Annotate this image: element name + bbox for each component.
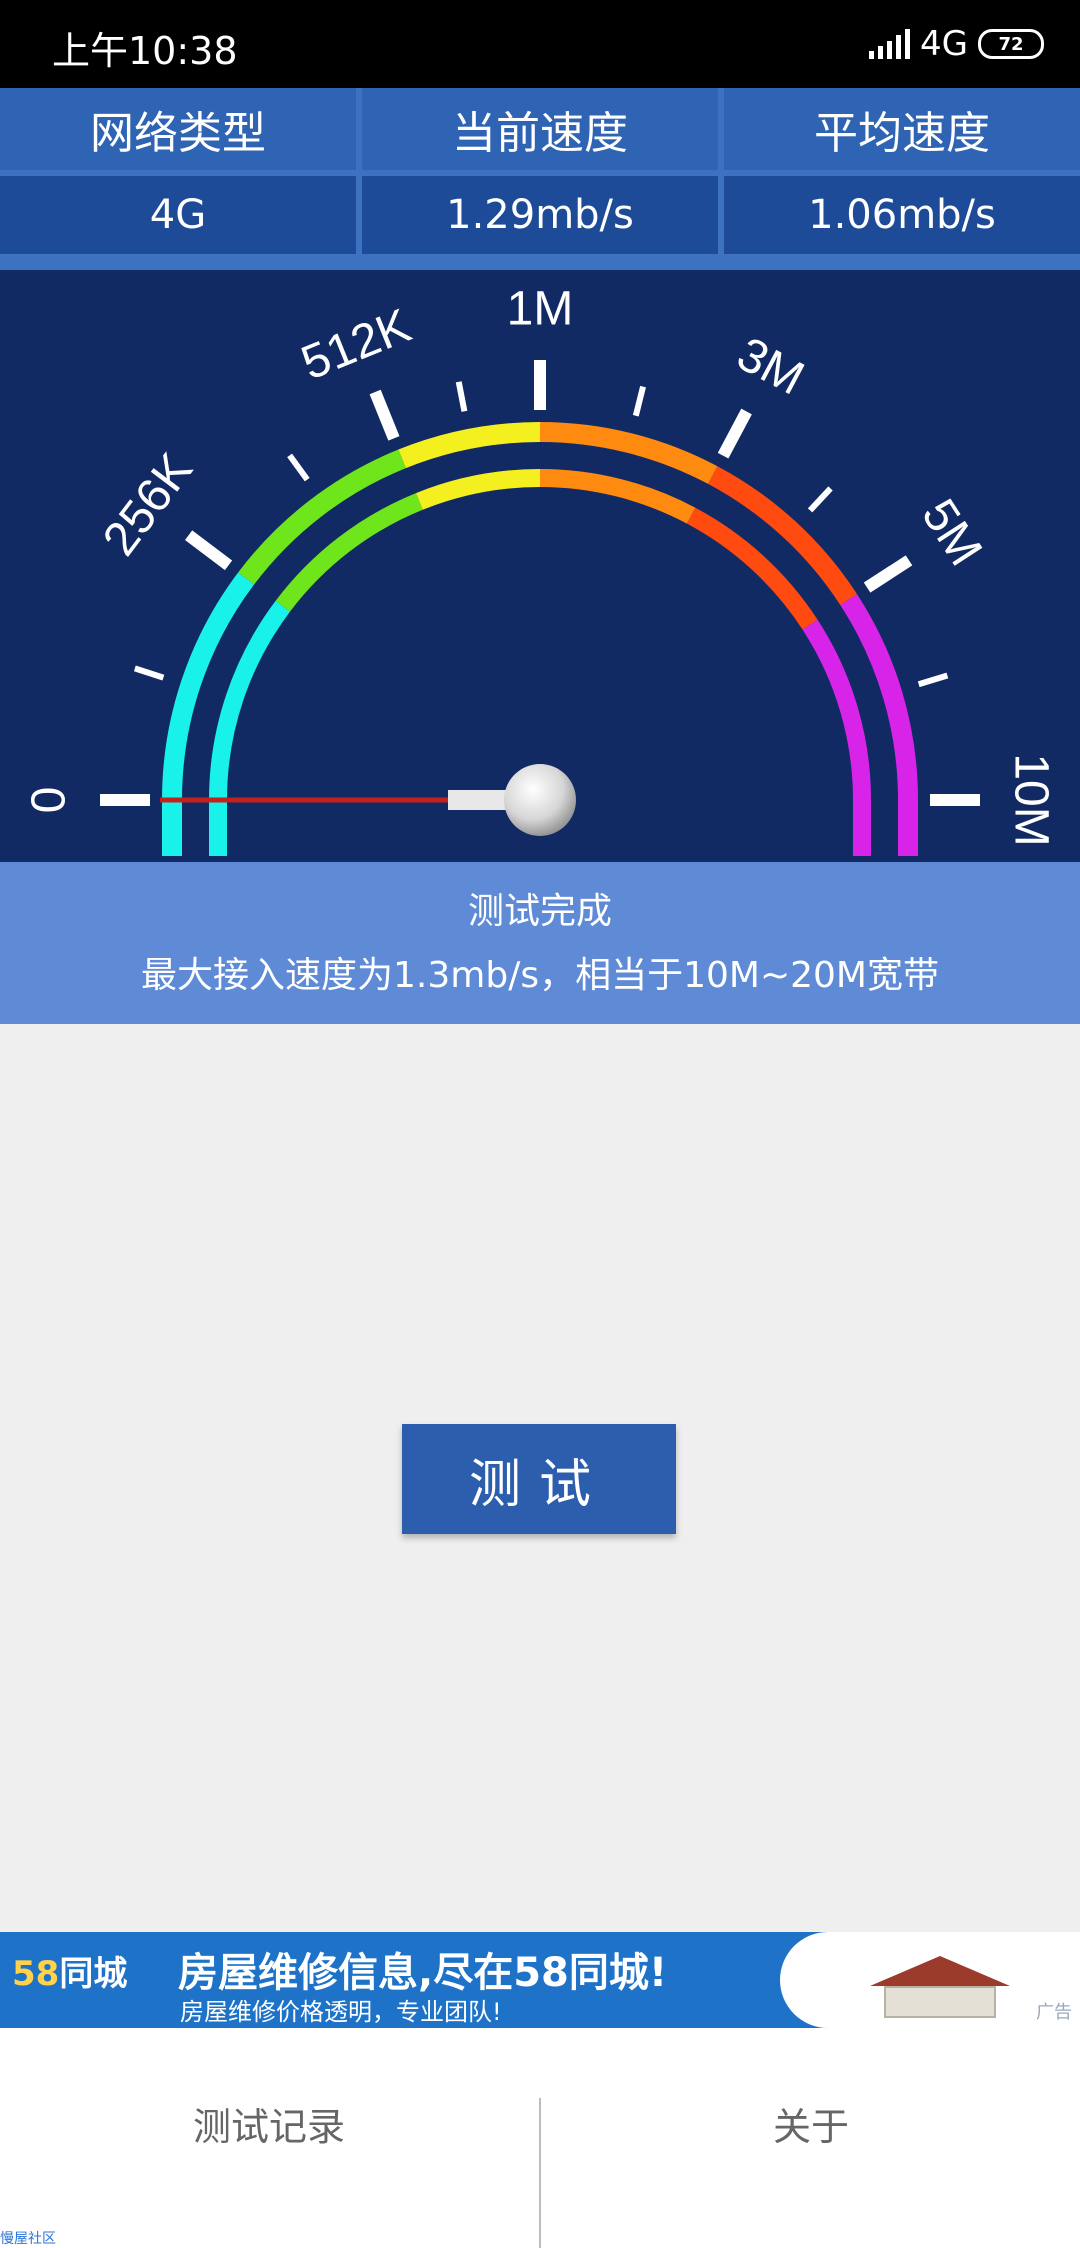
arc-base [209, 800, 227, 856]
inner-arc-segment [416, 469, 541, 510]
tab-about[interactable]: 关于 [542, 2028, 1080, 2218]
ad-logo: 58同城 [12, 1946, 127, 1995]
outer-arc-segment [398, 422, 541, 469]
gauge-label: 1M [507, 283, 574, 336]
major-tick [184, 530, 233, 571]
ad-subline: 房屋维修价格透明，专业团队! [180, 1998, 502, 2026]
inner-arc-segment [802, 619, 871, 801]
value-average-speed: 1.06mb/s [724, 176, 1080, 254]
ad-headline: 房屋维修信息,尽在58同城! [178, 1950, 668, 1996]
value-current-speed: 1.29mb/s [362, 176, 718, 254]
outer-arc-segment [539, 422, 718, 484]
arc-base [853, 800, 871, 856]
inner-arc-segment [539, 469, 696, 524]
gauge-label: 0 [23, 787, 76, 814]
gauge-label: 512K [294, 299, 418, 390]
major-tick [717, 408, 752, 459]
minor-tick [807, 486, 833, 513]
inner-arc-segment [209, 600, 291, 801]
status-time: 上午10:38 [52, 29, 238, 73]
major-tick [369, 389, 400, 441]
arc-base [898, 800, 918, 856]
ad-logo-text: 同城 [59, 1954, 128, 1994]
gauge-label: 5M [911, 490, 992, 575]
speed-info-table: 网络类型 当前速度 平均速度 4G 1.29mb/s 1.06mb/s [0, 88, 1080, 270]
ad-banner[interactable]: 58同城 房屋维修信息,尽在58同城! 房屋维修价格透明，专业团队! 广告 [0, 1932, 1080, 2028]
ad-tag: 广告 [1036, 2002, 1072, 2023]
header-network-type: 网络类型 [0, 88, 356, 170]
value-network-type: 4G [0, 176, 356, 254]
minor-tick [917, 672, 949, 688]
gauge-knob [504, 764, 576, 836]
ad-house-image: 广告 [780, 1932, 1080, 2028]
signal-icon [869, 29, 911, 59]
ad-logo-num: 58 [12, 1954, 60, 1994]
gauge-label: 3M [729, 328, 813, 406]
start-test-button[interactable]: 测试 [402, 1424, 676, 1534]
header-average-speed: 平均速度 [724, 88, 1080, 170]
result-panel: 测试完成 最大接入速度为1.3mb/s，相当于10M~20M宽带 [0, 862, 1080, 1024]
minor-tick [455, 381, 468, 412]
gauge-dial: 0 256K 512K 1M 3M 5M 10M [23, 283, 1057, 856]
major-tick [863, 555, 913, 593]
network-type-indicator: 4G [920, 24, 968, 64]
battery-level: 72 [998, 33, 1024, 55]
status-bar: 上午10:38 4G 72 [0, 0, 1080, 88]
minor-tick [632, 385, 646, 417]
minor-tick [287, 453, 310, 482]
header-current-speed: 当前速度 [362, 88, 718, 170]
gauge-label: 10M [1004, 753, 1057, 846]
battery-icon: 72 [978, 29, 1044, 59]
status-icons: 4G 72 [869, 22, 1044, 66]
result-message: 最大接入速度为1.3mb/s，相当于10M~20M宽带 [141, 955, 939, 996]
needle-base [448, 790, 508, 810]
gauge-label: 256K [93, 444, 203, 565]
bottom-nav: 测试记录 关于 慢屋社区 [0, 2028, 1080, 2248]
nav-divider [539, 2098, 541, 2248]
result-title: 测试完成 [467, 891, 612, 932]
speed-gauge: 0 256K 512K 1M 3M 5M 10M [0, 270, 1080, 862]
minor-tick [133, 665, 165, 681]
corner-watermark: 慢屋社区 [0, 2231, 56, 2247]
tab-test-records[interactable]: 测试记录 [0, 2028, 538, 2218]
arc-base [162, 800, 182, 856]
